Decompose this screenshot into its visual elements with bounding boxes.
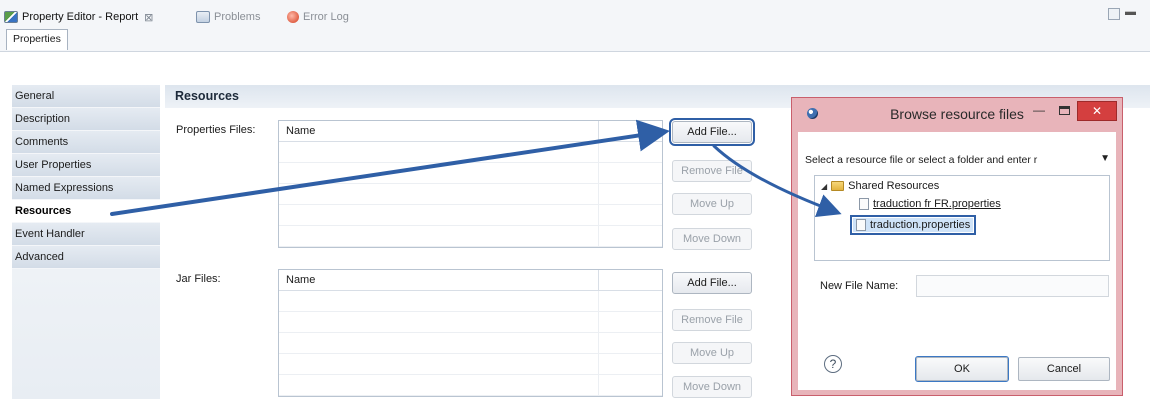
table-header: Name: [279, 270, 662, 291]
table-row[interactable]: [279, 226, 662, 247]
tab-property-editor-label: Property Editor - Report: [22, 11, 139, 23]
error-log-icon: [287, 11, 299, 23]
tree-item-label: Shared Resources: [848, 180, 940, 192]
new-file-name-label: New File Name:: [820, 280, 899, 292]
properties-files-table[interactable]: Name: [278, 120, 663, 248]
tab-problems[interactable]: Problems: [196, 7, 260, 27]
cancel-button[interactable]: Cancel: [1018, 357, 1110, 381]
table-row[interactable]: [279, 205, 662, 226]
table-row[interactable]: [279, 312, 662, 333]
name-column-header[interactable]: Name: [279, 121, 599, 141]
category-event-handler[interactable]: Event Handler: [12, 223, 160, 246]
tree-item-traduction-fr[interactable]: traduction fr FR.properties: [859, 198, 1001, 210]
view-tab-bar: Property Editor - Report ⊠ Problems Erro…: [0, 0, 1150, 52]
table-row[interactable]: [279, 333, 662, 354]
move-up-jar-button[interactable]: Move Up: [672, 342, 752, 364]
jar-files-table[interactable]: Name: [278, 269, 663, 397]
remove-jar-file-button[interactable]: Remove File: [672, 309, 752, 331]
category-comments[interactable]: Comments: [12, 131, 160, 154]
category-user-properties[interactable]: User Properties: [12, 154, 160, 177]
table-row[interactable]: [279, 142, 662, 163]
dialog-title: Browse resource files: [890, 106, 1024, 122]
expand-arrow-icon[interactable]: ◢: [821, 182, 827, 191]
category-named-expressions[interactable]: Named Expressions: [12, 177, 160, 200]
table-row[interactable]: [279, 184, 662, 205]
category-list: General Description Comments User Proper…: [12, 85, 160, 399]
resource-tree[interactable]: ◢ Shared Resources traduction fr FR.prop…: [814, 175, 1110, 261]
tab-error-log[interactable]: Error Log: [287, 7, 349, 27]
new-file-name-field[interactable]: [916, 275, 1109, 297]
tab-property-editor[interactable]: Property Editor - Report ⊠: [4, 7, 153, 27]
properties-files-label: Properties Files:: [176, 124, 256, 136]
tree-item-shared-resources[interactable]: ◢ Shared Resources: [821, 180, 939, 192]
add-jar-file-button[interactable]: Add File...: [672, 272, 752, 294]
table-row[interactable]: [279, 163, 662, 184]
category-list-filler: [12, 269, 160, 399]
category-advanced[interactable]: Advanced: [12, 246, 160, 269]
remove-properties-file-button[interactable]: Remove File: [672, 160, 752, 182]
close-tab-icon[interactable]: ⊠: [144, 11, 153, 24]
move-up-properties-button[interactable]: Move Up: [672, 193, 752, 215]
property-editor-icon: [4, 11, 18, 23]
add-properties-file-button[interactable]: Add File...: [669, 118, 755, 146]
file-icon: [859, 198, 869, 210]
tab-problems-label: Problems: [214, 11, 261, 23]
tree-item-label: traduction.properties: [870, 219, 971, 231]
file-icon: [856, 219, 866, 231]
category-general[interactable]: General: [12, 85, 160, 108]
name-column-header[interactable]: Name: [279, 270, 599, 290]
table-header: Name: [279, 121, 662, 142]
help-icon[interactable]: ?: [824, 355, 842, 373]
dialog-body: Select a resource file or select a folde…: [798, 132, 1116, 390]
dialog-maximize-icon[interactable]: [1059, 106, 1070, 115]
browse-resource-files-dialog: Browse resource files — ✕ Select a resou…: [791, 97, 1123, 396]
view-menu-icon[interactable]: [1108, 8, 1120, 20]
move-down-jar-button[interactable]: Move Down: [672, 376, 752, 398]
dialog-prompt: Select a resource file or select a folde…: [805, 154, 1038, 166]
minimize-icon[interactable]: ▬: [1125, 6, 1136, 18]
move-down-properties-button[interactable]: Move Down: [672, 228, 752, 250]
folder-icon: [831, 181, 845, 191]
table-row[interactable]: [279, 354, 662, 375]
problems-icon: [196, 11, 210, 23]
tree-item-traduction[interactable]: traduction.properties: [849, 215, 977, 235]
ok-button[interactable]: OK: [915, 356, 1009, 382]
tab-error-log-label: Error Log: [303, 11, 349, 23]
table-row[interactable]: [279, 291, 662, 312]
dialog-minimize-icon[interactable]: —: [1033, 103, 1045, 117]
dialog-close-button[interactable]: ✕: [1077, 101, 1117, 121]
category-resources[interactable]: Resources: [12, 200, 160, 223]
category-description[interactable]: Description: [12, 108, 160, 131]
table-row[interactable]: [279, 375, 662, 396]
jar-files-label: Jar Files:: [176, 273, 221, 285]
chevron-down-icon[interactable]: ▼: [1100, 153, 1110, 164]
tree-item-label: traduction fr FR.properties: [873, 198, 1001, 210]
dialog-title-bar[interactable]: Browse resource files — ✕: [792, 98, 1122, 128]
tab-properties[interactable]: Properties: [6, 29, 68, 50]
